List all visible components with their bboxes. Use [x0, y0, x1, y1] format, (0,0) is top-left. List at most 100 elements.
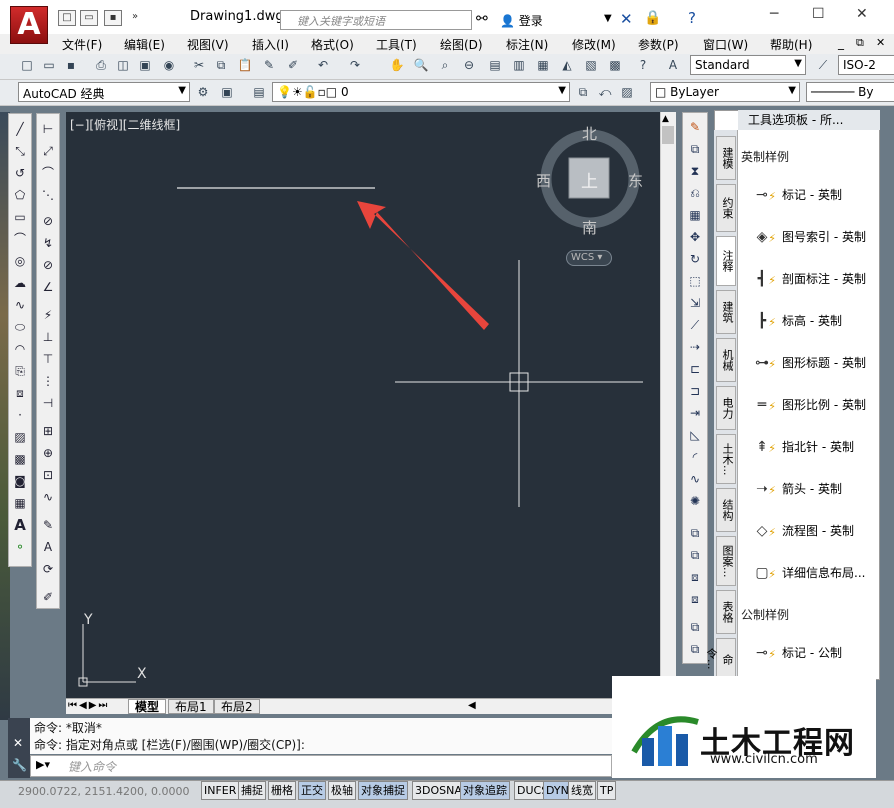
close-window-button[interactable]: ✕	[856, 6, 868, 22]
menu-file[interactable]: 文件(F)	[62, 36, 102, 53]
markup-icon[interactable]: ▧	[582, 56, 600, 74]
layer-previous-icon[interactable]: ⤺	[596, 83, 614, 101]
dim-style-toolbar-icon[interactable]: ✐	[39, 588, 57, 606]
diameter-dim-icon[interactable]: ⊘	[39, 256, 57, 274]
new-file-icon[interactable]: □	[58, 10, 76, 26]
help-toolbar-icon[interactable]: ?	[634, 56, 652, 74]
undo-icon[interactable]: ↶	[314, 56, 332, 74]
doc-restore-icon[interactable]: ⧉	[856, 36, 864, 50]
line-icon[interactable]: ╱	[11, 120, 29, 138]
ellipse-arc-icon[interactable]: ◠	[11, 340, 29, 358]
draworder-front-icon[interactable]: ⧉	[686, 524, 704, 542]
layer-state-icon[interactable]: ▨	[618, 83, 636, 101]
login-button[interactable]: 👤 登录	[500, 12, 543, 29]
arc-icon[interactable]: ⌒	[11, 230, 29, 248]
make-current-layer-icon[interactable]: ⧉	[574, 83, 592, 101]
angular-dim-icon[interactable]: ∠	[39, 278, 57, 296]
polygon-icon[interactable]: ⬠	[11, 186, 29, 204]
zoom-realtime-icon[interactable]: 🔍	[412, 56, 430, 74]
status-infer[interactable]: INFER	[201, 781, 240, 800]
dim-space-icon[interactable]: ⋮	[39, 372, 57, 390]
save-icon[interactable]: ▪	[62, 56, 80, 74]
compass-east[interactable]: 东	[628, 170, 643, 191]
status-snap[interactable]: 捕捉	[238, 781, 266, 800]
chamfer-icon[interactable]: ◺	[686, 426, 704, 444]
mirror-icon[interactable]: ⧗	[686, 162, 704, 180]
break-at-point-icon[interactable]: ⊏	[686, 360, 704, 378]
search-input[interactable]: 键入关键字或短语	[280, 10, 472, 30]
hatch-icon[interactable]: ▨	[11, 428, 29, 446]
compass-south[interactable]: 南	[582, 217, 597, 238]
multiline-text-icon[interactable]: A	[11, 516, 29, 534]
command-customize-icon[interactable]: 🔧	[12, 758, 27, 772]
sheet-set-icon[interactable]: ◭	[558, 56, 576, 74]
dim-break-icon[interactable]: ⊣	[39, 394, 57, 412]
palette-item-tag-imperial[interactable]: ⊸ ⚡ 标记 - 英制	[748, 178, 842, 212]
center-mark-icon[interactable]: ⊕	[39, 444, 57, 462]
pan-icon[interactable]: ✋	[388, 56, 406, 74]
palette-title[interactable]: 工具选项板 - 所...	[738, 110, 880, 130]
menu-help[interactable]: 帮助(H)	[770, 36, 812, 53]
dim-update-icon[interactable]: ⟳	[39, 560, 57, 578]
tab-layout1[interactable]: 布局1	[168, 699, 214, 714]
layer-properties-icon[interactable]: ▤	[250, 83, 268, 101]
properties-icon[interactable]: ▤	[486, 56, 504, 74]
ellipse-icon[interactable]: ⬭	[11, 318, 29, 336]
menu-dimension[interactable]: 标注(N)	[506, 36, 548, 53]
menu-draw[interactable]: 绘图(D)	[440, 36, 483, 53]
workspace-select[interactable]: AutoCAD 经典 ▼	[18, 82, 190, 102]
draworder-below-icon[interactable]: ⧈	[686, 590, 704, 608]
scale-icon[interactable]: ⬚	[686, 272, 704, 290]
gradient-icon[interactable]: ▩	[11, 450, 29, 468]
jogged-linear-icon[interactable]: ∿	[39, 488, 57, 506]
redo-icon[interactable]: ↷	[346, 56, 364, 74]
palette-tab-architectural[interactable]: 建筑	[716, 290, 736, 334]
status-grid[interactable]: 栅格	[268, 781, 296, 800]
command-prompt-icon[interactable]: ▶▾	[36, 758, 50, 771]
viewcube-top-face[interactable]: 上	[581, 167, 598, 192]
add-selected-icon[interactable]: ⚬	[11, 538, 29, 556]
hscroll-left-icon[interactable]: ◀	[468, 700, 476, 711]
scroll-thumb[interactable]	[662, 126, 674, 144]
compass-north[interactable]: 北	[582, 123, 597, 144]
palette-item-tag-metric[interactable]: ⊸ ⚡ 标记 - 公制	[748, 636, 842, 670]
maximize-window-button[interactable]: ☐	[812, 6, 825, 22]
palette-tab-civil[interactable]: 土木...	[716, 434, 736, 484]
trim-icon[interactable]: ⟋	[686, 316, 704, 334]
jogged-dim-icon[interactable]: ↯	[39, 234, 57, 252]
new-icon[interactable]: □	[18, 56, 36, 74]
tab-navigation-icons[interactable]: ⏮◀▶⏭	[68, 700, 109, 711]
palette-item-flowchart-imperial[interactable]: ◇ ⚡ 流程图 - 英制	[748, 514, 854, 548]
spline-icon[interactable]: ∿	[11, 296, 29, 314]
continue-dim-icon[interactable]: ⊤	[39, 350, 57, 368]
app-logo-button[interactable]: A	[10, 6, 48, 44]
menu-edit[interactable]: 编辑(E)	[124, 36, 165, 53]
palette-tab-constraints[interactable]: 约束	[716, 184, 736, 232]
scroll-up-icon[interactable]: ▲	[662, 114, 669, 124]
command-input[interactable]	[30, 755, 612, 777]
join-icon[interactable]: ⇥	[686, 404, 704, 422]
menu-insert[interactable]: 插入(I)	[252, 36, 289, 53]
rotate-icon[interactable]: ↻	[686, 250, 704, 268]
palette-item-section-imperial[interactable]: ┫ ⚡ 剖面标注 - 英制	[748, 262, 866, 296]
palette-tab-hatches[interactable]: 图案...	[716, 536, 736, 586]
login-dropdown-icon[interactable]: ▼	[604, 13, 612, 24]
palette-item-detail-layout[interactable]: ▢ ⚡ 详细信息布局...	[748, 556, 865, 590]
zoom-previous-icon[interactable]: ⊖	[460, 56, 478, 74]
tab-model[interactable]: 模型	[128, 699, 167, 714]
baseline-dim-icon[interactable]: ⊥	[39, 328, 57, 346]
palette-tab-annotation[interactable]: 注释	[716, 236, 736, 286]
bring-dims-front-icon[interactable]: ⧉	[686, 640, 704, 658]
exchange-icon[interactable]: ✕	[620, 10, 633, 28]
radius-dim-icon[interactable]: ⊘	[39, 212, 57, 230]
status-lineweight[interactable]: 线宽	[568, 781, 596, 800]
minimize-window-button[interactable]: ─	[770, 6, 778, 22]
rectangle-icon[interactable]: ▭	[11, 208, 29, 226]
palette-item-north-arrow-imperial[interactable]: ⇞ ⚡ 指北针 - 英制	[748, 430, 854, 464]
menu-modify[interactable]: 修改(M)	[572, 36, 616, 53]
palette-tab-commands[interactable]: 命令...	[705, 638, 736, 680]
block-editor-icon[interactable]: ✐	[284, 56, 302, 74]
open-folder-icon[interactable]: ▭	[80, 10, 98, 26]
wcs-menu-button[interactable]: WCS ▾	[566, 250, 612, 266]
cut-icon[interactable]: ✂	[190, 56, 208, 74]
